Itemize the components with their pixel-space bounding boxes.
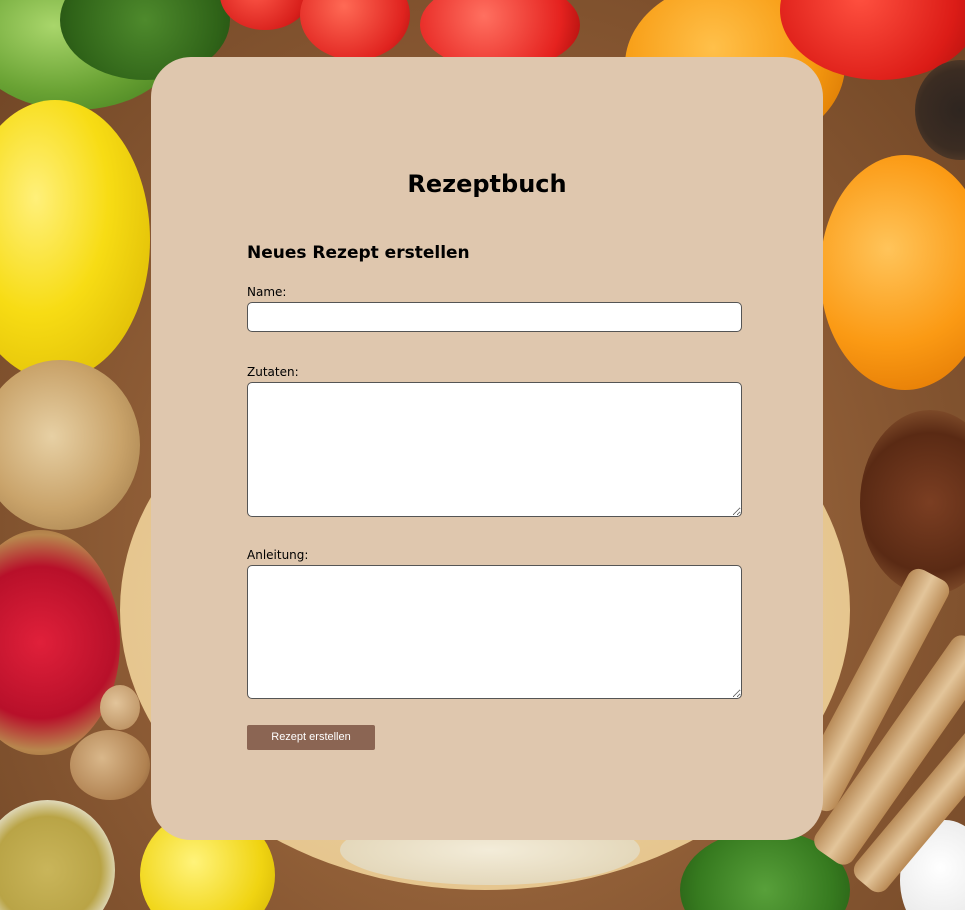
name-label: Name: xyxy=(247,285,287,299)
ingredients-textarea[interactable] xyxy=(247,382,742,517)
nut-bowl xyxy=(860,410,965,595)
raspberry-bowl xyxy=(0,530,120,755)
bread-roll xyxy=(0,360,140,530)
instructions-label: Anleitung: xyxy=(247,548,309,562)
yellow-pepper xyxy=(0,100,150,380)
walnut xyxy=(70,730,150,800)
page-title: Rezeptbuch xyxy=(407,170,567,198)
instructions-textarea[interactable] xyxy=(247,565,742,699)
red-tomato xyxy=(300,0,410,60)
red-tomato xyxy=(220,0,310,30)
ingredients-label: Zutaten: xyxy=(247,365,299,379)
name-input[interactable] xyxy=(247,302,742,332)
almond xyxy=(100,685,140,730)
form-heading: Neues Rezept erstellen xyxy=(247,243,470,263)
recipe-card: Rezeptbuch Neues Rezept erstellen Name: … xyxy=(151,57,823,840)
lentil-bowl xyxy=(0,800,115,910)
spice-bowl xyxy=(915,60,965,160)
orange-tomato xyxy=(820,155,965,390)
create-recipe-button[interactable]: Rezept erstellen xyxy=(247,725,375,750)
new-recipe-form: Neues Rezept erstellen Name: Zutaten: An… xyxy=(247,243,742,750)
